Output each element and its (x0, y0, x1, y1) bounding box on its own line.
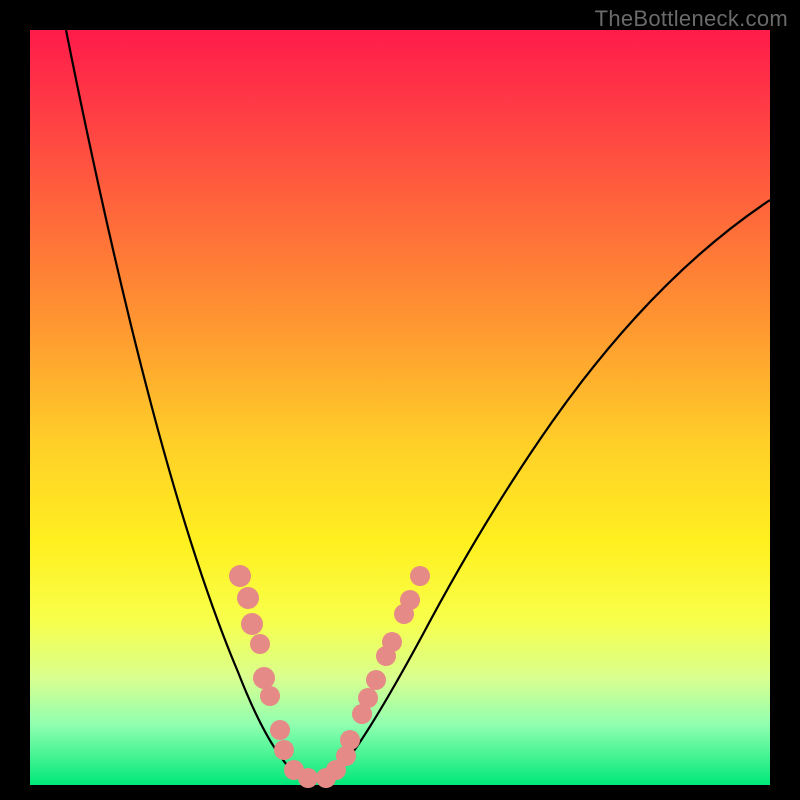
data-point (274, 740, 294, 760)
chart-svg (30, 30, 770, 785)
chart-frame (30, 30, 770, 785)
data-point (358, 688, 378, 708)
data-point (298, 768, 318, 788)
data-point (366, 670, 386, 690)
data-point (241, 613, 263, 635)
data-point (260, 686, 280, 706)
data-point (250, 634, 270, 654)
data-point (253, 667, 275, 689)
data-point (270, 720, 290, 740)
data-point (229, 565, 251, 587)
right-curve (330, 200, 770, 779)
watermark-text: TheBottleneck.com (595, 6, 788, 32)
left-curve (66, 30, 300, 779)
data-point (340, 730, 360, 750)
data-point (410, 566, 430, 586)
data-point (382, 632, 402, 652)
data-point (237, 587, 259, 609)
data-point (400, 590, 420, 610)
